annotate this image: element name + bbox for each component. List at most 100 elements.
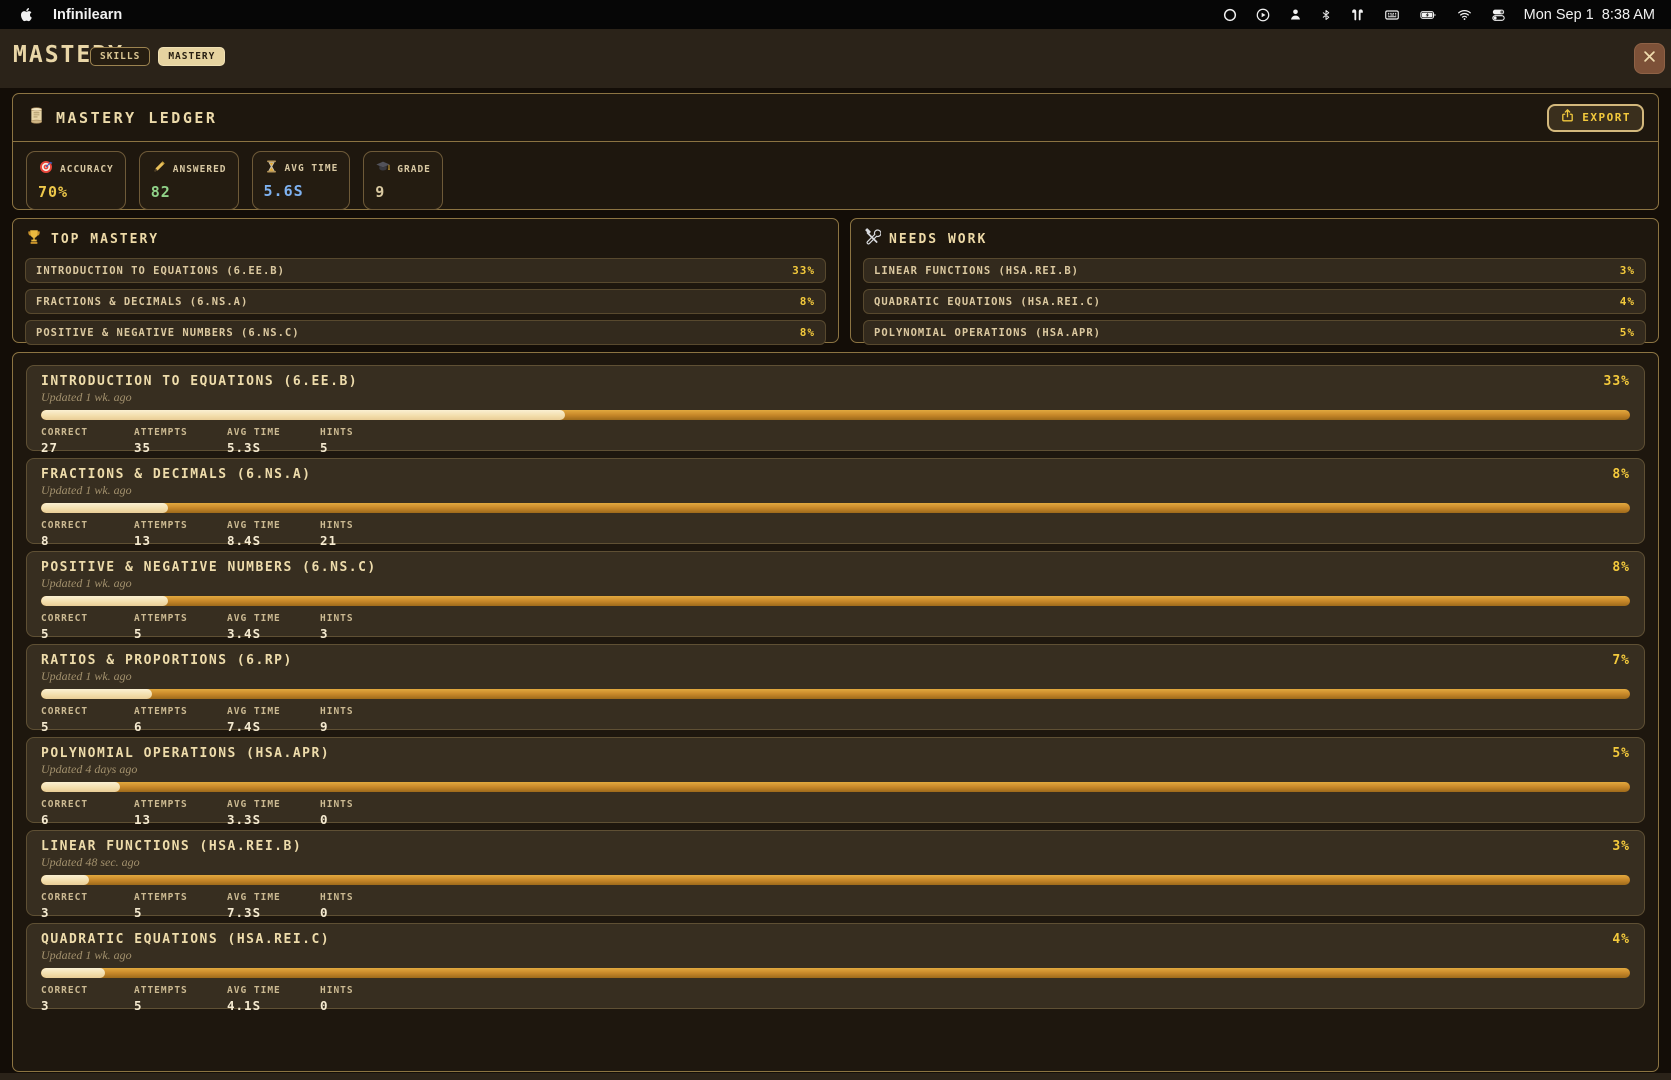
stat-value-avg-time: 5.3S bbox=[227, 440, 320, 455]
stat-value-attempts: 6 bbox=[134, 719, 227, 734]
stat-value-avg-time: 3.4S bbox=[227, 626, 320, 641]
stat-chip: ACCURACY 70% bbox=[26, 151, 126, 210]
ledger-header: MASTERY LEDGER EXPORT bbox=[13, 94, 1658, 142]
mastery-row-value: 8% bbox=[800, 326, 815, 339]
progress-bar-fill bbox=[41, 782, 120, 792]
skill-card-percent: 4% bbox=[1612, 932, 1630, 947]
needs-work-row-label: POLYNOMIAL OPERATIONS (HSA.APR) bbox=[874, 327, 1101, 339]
user-icon[interactable] bbox=[1288, 7, 1303, 22]
stat-chip-value: 82 bbox=[151, 183, 227, 201]
progress-bar bbox=[41, 875, 1630, 885]
grade-icon bbox=[375, 159, 391, 179]
mastery-row-label: FRACTIONS & DECIMALS (6.NS.A) bbox=[36, 296, 248, 308]
apple-menu-icon[interactable] bbox=[18, 6, 33, 23]
skill-card-title: RATIOS & PROPORTIONS (6.RP) bbox=[41, 653, 293, 668]
mastery-row[interactable]: FRACTIONS & DECIMALS (6.NS.A) 8% bbox=[25, 289, 826, 314]
stat-value-avg-time: 4.1S bbox=[227, 998, 320, 1013]
skill-card[interactable]: INTRODUCTION TO EQUATIONS (6.EE.B) 33% U… bbox=[26, 365, 1645, 451]
control-center-icon[interactable] bbox=[1490, 7, 1507, 23]
stat-value-hints: 5 bbox=[320, 440, 413, 455]
stat-label-avg-time: AVG TIME bbox=[227, 613, 320, 624]
needs-work-row[interactable]: QUADRATIC EQUATIONS (HSA.REI.C) 4% bbox=[863, 289, 1646, 314]
skill-card-title: INTRODUCTION TO EQUATIONS (6.EE.B) bbox=[41, 374, 358, 389]
skill-card-percent: 8% bbox=[1612, 467, 1630, 482]
stat-label-correct: CORRECT bbox=[41, 427, 134, 438]
progress-bar bbox=[41, 503, 1630, 513]
stat-value-attempts: 5 bbox=[134, 905, 227, 920]
bluetooth-icon[interactable] bbox=[1320, 7, 1332, 23]
skill-card-updated: Updated 1 wk. ago bbox=[41, 948, 1630, 963]
stat-value-hints: 21 bbox=[320, 533, 413, 548]
stat-chip-label: ANSWERED bbox=[173, 164, 227, 175]
tab[interactable]: MASTERY bbox=[158, 47, 225, 66]
stat-chip: AVG TIME 5.6S bbox=[252, 151, 351, 210]
skill-card-title: FRACTIONS & DECIMALS (6.NS.A) bbox=[41, 467, 311, 482]
wifi-icon[interactable] bbox=[1456, 7, 1473, 22]
view-tabs: SKILLS MASTERY bbox=[90, 47, 225, 66]
needs-work-panel: NEEDS WORK LINEAR FUNCTIONS (HSA.REI.B) … bbox=[850, 218, 1659, 343]
stat-value-hints: 0 bbox=[320, 998, 413, 1013]
stat-label-hints: HINTS bbox=[320, 520, 413, 531]
stat-value-attempts: 5 bbox=[134, 626, 227, 641]
stat-value-avg-time: 7.3S bbox=[227, 905, 320, 920]
skill-card[interactable]: POLYNOMIAL OPERATIONS (HSA.APR) 5% Updat… bbox=[26, 737, 1645, 823]
mastery-row[interactable]: POSITIVE & NEGATIVE NUMBERS (6.NS.C) 8% bbox=[25, 320, 826, 345]
stat-chip: GRADE 9 bbox=[363, 151, 443, 210]
stat-label-avg-time: AVG TIME bbox=[227, 427, 320, 438]
stat-value-correct: 8 bbox=[41, 533, 134, 548]
trophy-icon bbox=[25, 228, 43, 250]
skill-card[interactable]: RATIOS & PROPORTIONS (6.RP) 7% Updated 1… bbox=[26, 644, 1645, 730]
stat-value-correct: 27 bbox=[41, 440, 134, 455]
skill-card-title: POLYNOMIAL OPERATIONS (HSA.APR) bbox=[41, 746, 330, 761]
stat-chip-label: GRADE bbox=[397, 164, 431, 175]
tab[interactable]: SKILLS bbox=[90, 47, 150, 66]
menu-app-name[interactable]: Infinilearn bbox=[53, 7, 122, 23]
close-button[interactable] bbox=[1634, 43, 1665, 74]
top-mastery-title: TOP MASTERY bbox=[51, 232, 159, 247]
battery-icon[interactable] bbox=[1418, 7, 1439, 23]
top-mastery-rows: INTRODUCTION TO EQUATIONS (6.EE.B) 33% F… bbox=[25, 258, 826, 345]
mastery-ledger-panel: MASTERY LEDGER EXPORT ACCURACY 70% ANSWE… bbox=[12, 93, 1659, 210]
keyboard-icon[interactable] bbox=[1383, 7, 1401, 23]
stat-value-hints: 3 bbox=[320, 626, 413, 641]
skill-card-updated: Updated 1 wk. ago bbox=[41, 576, 1630, 591]
stat-chip-value: 70% bbox=[38, 183, 114, 201]
record-circle-icon[interactable] bbox=[1222, 7, 1238, 23]
skills-list-panel: INTRODUCTION TO EQUATIONS (6.EE.B) 33% U… bbox=[12, 352, 1659, 1072]
skill-card[interactable]: FRACTIONS & DECIMALS (6.NS.A) 8% Updated… bbox=[26, 458, 1645, 544]
play-circle-icon[interactable] bbox=[1255, 7, 1271, 23]
export-button[interactable]: EXPORT bbox=[1547, 104, 1644, 132]
stat-value-correct: 3 bbox=[41, 905, 134, 920]
needs-work-row[interactable]: POLYNOMIAL OPERATIONS (HSA.APR) 5% bbox=[863, 320, 1646, 345]
needs-work-title: NEEDS WORK bbox=[889, 232, 987, 247]
skill-card[interactable]: QUADRATIC EQUATIONS (HSA.REI.C) 4% Updat… bbox=[26, 923, 1645, 1009]
progress-bar-fill bbox=[41, 968, 105, 978]
mastery-row-value: 33% bbox=[792, 264, 815, 277]
menu-clock[interactable]: Mon Sep 1 8:38 AM bbox=[1524, 7, 1655, 23]
mastery-row-value: 8% bbox=[800, 295, 815, 308]
skill-card-percent: 33% bbox=[1604, 374, 1630, 389]
needs-work-row[interactable]: LINEAR FUNCTIONS (HSA.REI.B) 3% bbox=[863, 258, 1646, 283]
progress-bar-fill bbox=[41, 410, 565, 420]
skill-card-updated: Updated 4 days ago bbox=[41, 762, 1630, 777]
skill-card[interactable]: LINEAR FUNCTIONS (HSA.REI.B) 3% Updated … bbox=[26, 830, 1645, 916]
airpods-icon[interactable] bbox=[1349, 7, 1366, 23]
stat-label-attempts: ATTEMPTS bbox=[134, 892, 227, 903]
needs-work-row-label: LINEAR FUNCTIONS (HSA.REI.B) bbox=[874, 265, 1079, 277]
stat-value-attempts: 13 bbox=[134, 812, 227, 827]
stat-label-attempts: ATTEMPTS bbox=[134, 520, 227, 531]
stat-value-avg-time: 8.4S bbox=[227, 533, 320, 548]
skill-card[interactable]: POSITIVE & NEGATIVE NUMBERS (6.NS.C) 8% … bbox=[26, 551, 1645, 637]
stat-label-attempts: ATTEMPTS bbox=[134, 706, 227, 717]
stat-label-correct: CORRECT bbox=[41, 706, 134, 717]
accuracy-icon bbox=[38, 159, 54, 179]
stat-label-attempts: ATTEMPTS bbox=[134, 613, 227, 624]
menu-bar: Infinilearn Mon Sep 1 8:38 AM bbox=[0, 0, 1671, 29]
skill-card-updated: Updated 1 wk. ago bbox=[41, 669, 1630, 684]
mastery-row[interactable]: INTRODUCTION TO EQUATIONS (6.EE.B) 33% bbox=[25, 258, 826, 283]
progress-bar-fill bbox=[41, 503, 168, 513]
mastery-row-label: POSITIVE & NEGATIVE NUMBERS (6.NS.C) bbox=[36, 327, 300, 339]
share-icon bbox=[1560, 108, 1575, 127]
skill-card-updated: Updated 1 wk. ago bbox=[41, 390, 1630, 405]
skill-card-title: LINEAR FUNCTIONS (HSA.REI.B) bbox=[41, 839, 302, 854]
